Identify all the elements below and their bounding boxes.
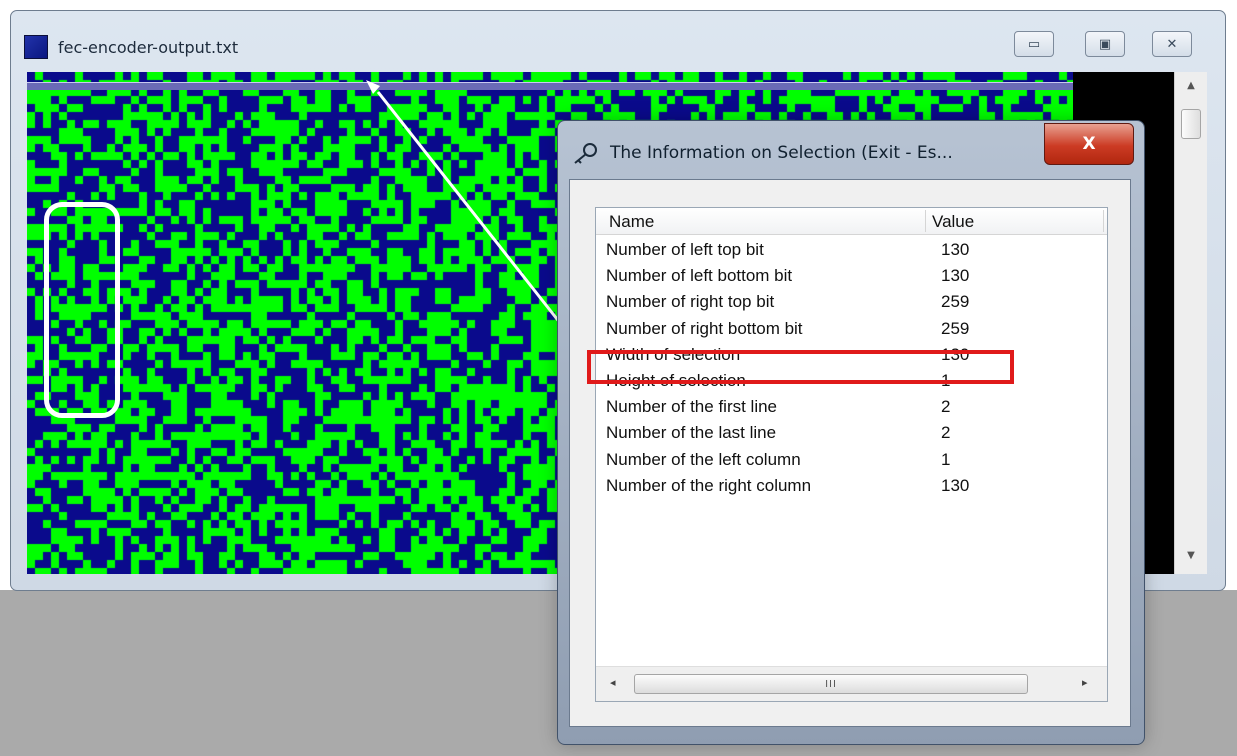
row-value: 2 <box>941 397 951 417</box>
list-header: Name Value <box>596 208 1107 235</box>
column-annotation-oval <box>44 202 120 418</box>
selection-info-list[interactable]: Name Value Number of left top bit 130 Numb… <box>595 207 1108 702</box>
dialog-client-area: Name Value Number of left top bit 130 Numb… <box>569 179 1131 727</box>
scroll-down-icon[interactable]: ▼ <box>1175 550 1207 561</box>
close-button[interactable]: ✕ <box>1152 31 1192 57</box>
list-item[interactable]: Number of the right column 130 <box>596 474 1107 500</box>
row-value: 259 <box>941 292 970 312</box>
list-item[interactable]: Number of the first line 2 <box>596 395 1107 421</box>
list-item[interactable]: Number of right top bit 259 <box>596 290 1107 316</box>
list-item[interactable]: Number of the left column 1 <box>596 448 1107 474</box>
scroll-left-icon[interactable]: ◂ <box>610 676 616 689</box>
minimize-button[interactable]: ▭ <box>1014 31 1054 57</box>
row-name: Number of the right column <box>606 475 812 495</box>
selection-info-dialog: The Information on Selection (Exit - Es.… <box>557 120 1145 745</box>
width-row-highlight <box>587 350 1014 384</box>
scroll-thumb[interactable] <box>1181 109 1201 139</box>
column-divider[interactable] <box>1103 210 1104 232</box>
row-name: Number of the left column <box>606 449 801 469</box>
dialog-title: The Information on Selection (Exit - Es.… <box>610 143 953 163</box>
row-value: 130 <box>941 240 970 259</box>
scroll-up-icon[interactable]: ▲ <box>1175 80 1207 91</box>
row-name: Number of right top bit <box>606 292 775 312</box>
horizontal-scrollbar[interactable]: ◂ III ▸ <box>596 666 1107 701</box>
dialog-close-button[interactable]: X <box>1044 123 1134 165</box>
row-name: Number of the first line <box>606 397 778 417</box>
vertical-scrollbar[interactable]: ▲ ▼ <box>1174 72 1207 574</box>
hscroll-thumb[interactable]: III <box>634 674 1028 694</box>
row-value: 130 <box>941 475 970 495</box>
main-window-title: fec-encoder-output.txt <box>58 37 239 57</box>
maximize-icon: ▣ <box>1098 36 1112 52</box>
column-header-value[interactable]: Value <box>932 212 974 232</box>
list-item[interactable]: Number of right bottom bit 259 <box>596 317 1107 343</box>
row-value: 130 <box>941 266 970 286</box>
close-icon: ✕ <box>1166 36 1178 52</box>
minimize-icon: ▭ <box>1027 36 1041 52</box>
key-icon <box>574 143 597 164</box>
app-window-icon <box>24 35 48 59</box>
list-item[interactable]: Number of left bottom bit 130 <box>596 264 1107 290</box>
row-name: Number of the last line <box>606 423 777 443</box>
dialog-titlebar[interactable]: The Information on Selection (Exit - Es.… <box>572 139 953 167</box>
column-header-name[interactable]: Name <box>609 212 654 232</box>
row-value: 259 <box>941 318 970 338</box>
row-name: Number of left top bit <box>606 240 764 259</box>
scroll-right-icon[interactable]: ▸ <box>1082 676 1088 689</box>
close-icon: X <box>1082 134 1096 154</box>
row-name: Number of left bottom bit <box>606 266 793 286</box>
main-window-titlebar[interactable]: fec-encoder-output.txt <box>24 32 238 62</box>
list-item[interactable]: Number of left top bit 130 <box>596 238 1107 264</box>
selected-row <box>27 82 1073 90</box>
row-value: 1 <box>941 449 951 469</box>
row-name: Number of right bottom bit <box>606 318 803 338</box>
row-value: 2 <box>941 423 951 443</box>
grip-icon: III <box>825 678 837 690</box>
column-divider[interactable] <box>925 210 926 232</box>
maximize-button[interactable]: ▣ <box>1085 31 1125 57</box>
list-item[interactable]: Number of the last line 2 <box>596 421 1107 447</box>
